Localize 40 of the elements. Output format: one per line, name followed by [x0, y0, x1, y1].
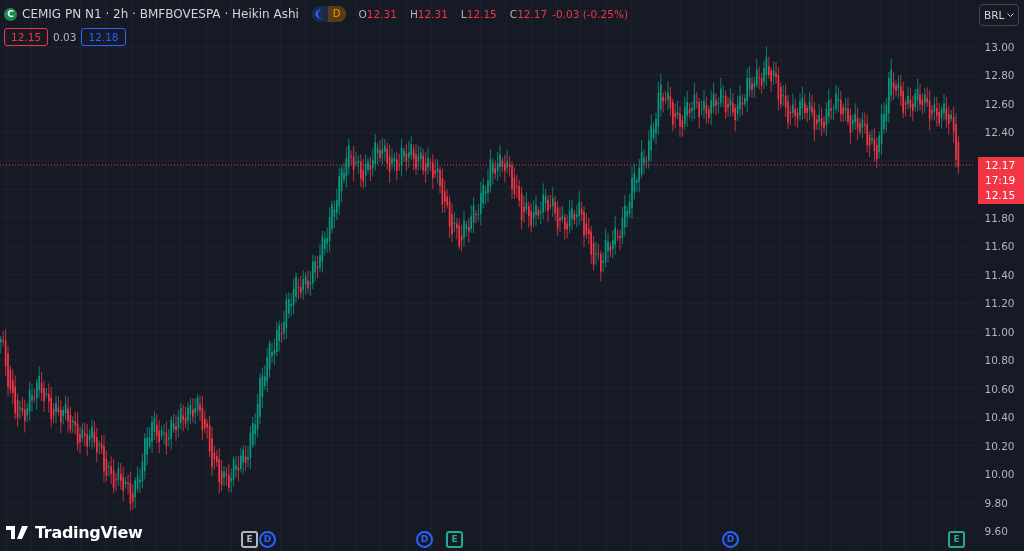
price-axis-label: 11.00 [984, 324, 1015, 340]
price-axis-label: 12.40 [984, 125, 1015, 141]
price-axis-label: 10.00 [984, 467, 1015, 483]
price-tag-text: 12.15 [984, 188, 1017, 203]
ohlc-value: O12.31 [358, 8, 397, 20]
price-axis-label: 11.20 [984, 296, 1015, 312]
session-badge[interactable]: D [311, 6, 346, 22]
sell-price[interactable]: 12.15 [4, 28, 49, 46]
price-axis-label: 12.60 [984, 96, 1015, 112]
price-axis-label: 9.80 [984, 495, 1009, 511]
price-tag-text: 12.17 [984, 158, 1017, 173]
buy-price[interactable]: 12.18 [81, 28, 126, 46]
ohlc-value: H12.31 [409, 8, 448, 20]
symbol-logo: C [4, 7, 17, 21]
earnings-marker[interactable]: E [948, 531, 965, 548]
price-axis-label: 13.00 [984, 40, 1015, 55]
price-axis-label: 10.80 [984, 353, 1015, 369]
brand-logo-icon [6, 526, 30, 539]
brand-name: TradingView [35, 523, 143, 542]
price-axis-label: 9.60 [984, 523, 1009, 539]
dividend-marker[interactable]: D [259, 531, 276, 548]
earnings-marker[interactable]: E [241, 531, 258, 548]
ohlc-value: C12.17 [509, 8, 548, 20]
chevron-down-icon [1007, 12, 1014, 18]
price-axis-label: 11.40 [984, 267, 1015, 283]
symbol-title[interactable]: CEMIG PN N1 · 2h · BMFBOVESPA · Heikin Ashi [22, 7, 299, 21]
price-axis-label: 12.80 [984, 68, 1015, 84]
price-axis-label: 11.80 [984, 210, 1015, 226]
dividend-marker[interactable]: D [722, 531, 739, 548]
price-axis-label: 11.60 [984, 239, 1015, 255]
spread-value: 0.03 [53, 31, 77, 43]
price-axis-label: 10.20 [984, 438, 1015, 454]
earnings-marker[interactable]: E [446, 531, 463, 548]
price-axis-label: 10.40 [984, 410, 1015, 426]
currency-dropdown[interactable]: BRL [979, 4, 1019, 26]
price-axis-label: 10.60 [984, 381, 1015, 397]
price-tag-text: 17:19 [984, 173, 1017, 188]
ohlc-value: L12.15 [460, 8, 497, 20]
price-change: -0.03 (-0.25%) [552, 8, 629, 20]
dividend-marker[interactable]: D [416, 531, 433, 548]
